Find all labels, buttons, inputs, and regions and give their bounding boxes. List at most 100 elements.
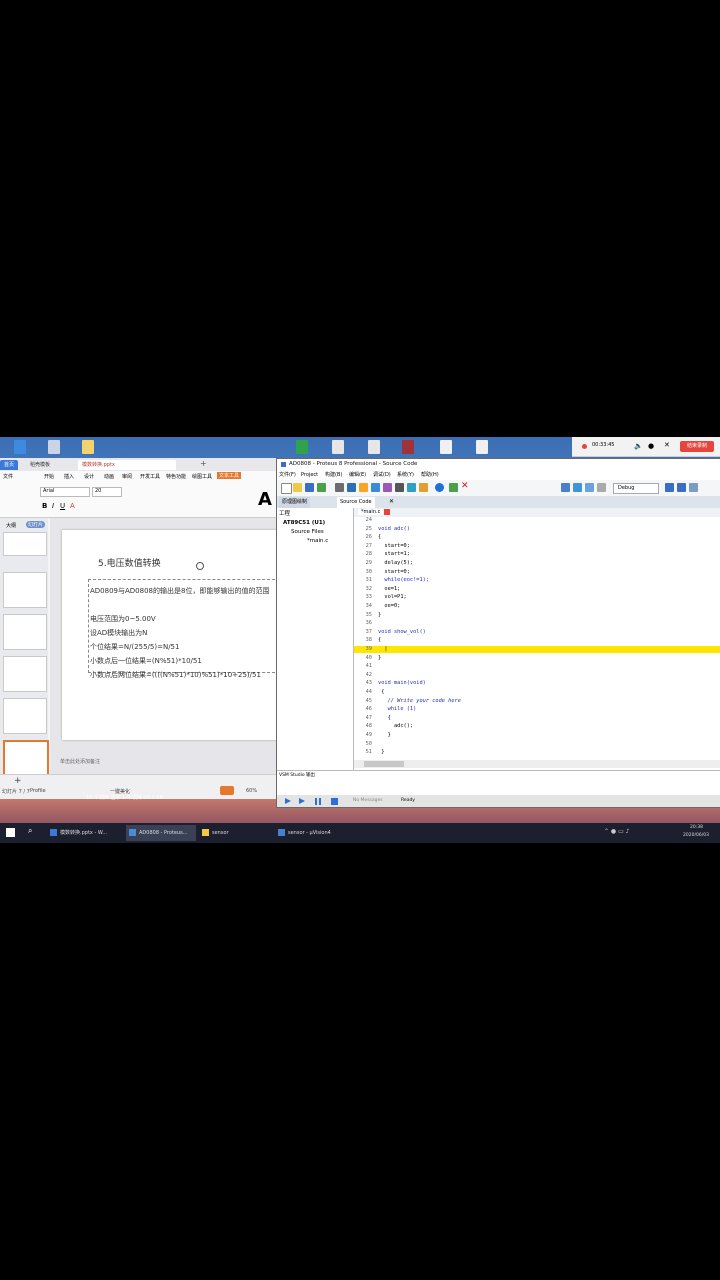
view-icon[interactable] <box>561 483 570 492</box>
notes-placeholder[interactable]: 单击此处添加备注 <box>60 758 100 765</box>
gerber-icon[interactable] <box>407 483 416 492</box>
pcb-icon[interactable] <box>359 483 368 492</box>
schematic-icon[interactable] <box>347 483 356 492</box>
source-icon[interactable] <box>371 483 380 492</box>
close-icon[interactable]: ✕ <box>461 481 469 491</box>
code-line[interactable]: 44 { <box>354 689 720 696</box>
code-line[interactable]: 41 <box>354 663 720 670</box>
close-tab-icon[interactable]: ✕ <box>389 498 394 505</box>
menu-text-tools[interactable]: 文本工具 <box>217 472 242 479</box>
tree-item-mcu[interactable]: AT89C51 (U1) <box>283 520 325 526</box>
code-line[interactable]: 33 vol=P1; <box>354 594 720 601</box>
code-line[interactable]: 48 adc(); <box>354 723 720 730</box>
3d-view-icon[interactable] <box>395 483 404 492</box>
underline-icon[interactable]: U <box>60 502 65 510</box>
code-line[interactable]: 45 // Write your code here <box>354 698 720 705</box>
view-icon[interactable] <box>573 483 582 492</box>
bold-icon[interactable]: B <box>42 502 47 510</box>
code-line[interactable]: 30 start=0; <box>354 569 720 576</box>
build-config-select[interactable]: Debug <box>613 483 659 494</box>
slides-tab[interactable]: 幻灯片 <box>26 521 46 528</box>
save-icon[interactable] <box>305 483 314 492</box>
file-icon[interactable] <box>332 440 344 454</box>
add-tab-icon[interactable]: + <box>200 459 207 468</box>
code-line[interactable]: 28 start=1; <box>354 551 720 558</box>
taskbar-item-proteus[interactable]: AD0808 - Proteus... <box>126 825 196 841</box>
menu-system[interactable]: 系统(Y) <box>397 470 414 480</box>
clock-time[interactable]: 20:38 <box>690 825 703 830</box>
desktop-app-icon[interactable] <box>48 440 60 454</box>
code-line[interactable]: 32 oe=1; <box>354 586 720 593</box>
outline-tab[interactable]: 大纲 <box>6 522 16 529</box>
menu-edit[interactable]: 编辑(E) <box>349 470 366 480</box>
code-line[interactable]: 39 | <box>354 646 720 654</box>
file-icon[interactable] <box>368 440 380 454</box>
code-line[interactable]: 24 <box>354 517 720 524</box>
winrar-icon[interactable] <box>402 440 414 454</box>
text-style-preview[interactable]: A <box>258 489 272 510</box>
open-folder-icon[interactable] <box>293 483 302 492</box>
design-icon[interactable] <box>419 483 428 492</box>
zoom-level[interactable]: 60% <box>246 788 257 794</box>
menu-animation[interactable]: 动画 <box>104 473 114 480</box>
horizontal-scrollbar[interactable] <box>354 760 720 768</box>
view-icon[interactable] <box>585 483 594 492</box>
code-line[interactable]: 27 start=0; <box>354 543 720 550</box>
menu-draw-tools[interactable]: 绘图工具 <box>192 473 212 480</box>
play-slideshow-button[interactable] <box>220 786 234 795</box>
code-line[interactable]: 26 { <box>354 534 720 541</box>
new-file-icon[interactable] <box>281 483 292 494</box>
tab-schematic[interactable]: 原理图绘制 <box>279 497 311 508</box>
pause-icon[interactable] <box>315 798 321 805</box>
tab-template[interactable]: 稻壳模板 <box>26 460 55 470</box>
slide-thumbnail[interactable] <box>3 656 47 692</box>
bom-icon[interactable] <box>383 483 392 492</box>
menu-insert[interactable]: 插入 <box>64 473 74 480</box>
desktop-app-icon[interactable] <box>14 440 26 454</box>
taskbar-item-wps[interactable]: 模数转换.pptx - W... <box>50 825 122 841</box>
tree-item-main-c[interactable]: *main.c <box>307 538 328 544</box>
code-area[interactable]: 24 25 void adc() 26{27 start=0; 28 start=1; 2… <box>354 517 720 760</box>
scrollbar-thumb[interactable] <box>364 761 404 767</box>
view-icon[interactable] <box>597 483 606 492</box>
code-line[interactable]: 35} <box>354 612 720 619</box>
file-icon[interactable] <box>440 440 452 454</box>
code-line[interactable]: 43 void main(void) <box>354 680 720 687</box>
code-line[interactable]: 46 while (1) <box>354 706 720 713</box>
taskbar-item-uvision[interactable]: sensor - µVision4 <box>278 825 358 841</box>
close-file-icon[interactable] <box>384 509 390 515</box>
tab-pptx-file[interactable]: 模数转换.pptx <box>78 460 176 470</box>
taskbar-item-folder[interactable]: sensor <box>202 825 272 841</box>
mic-icon[interactable]: ● <box>648 442 654 450</box>
code-line[interactable]: 42 <box>354 672 720 679</box>
code-line[interactable]: 49 } <box>354 732 720 739</box>
slide-thumbnail-selected[interactable] <box>3 740 49 778</box>
component-icon[interactable] <box>335 483 344 492</box>
undo-icon[interactable] <box>665 483 674 492</box>
folder-icon[interactable] <box>82 440 94 454</box>
menu-file[interactable]: 文件(F) <box>279 470 296 480</box>
tab-source-code[interactable]: Source Code <box>337 497 375 508</box>
font-color-icon[interactable]: A <box>70 502 75 510</box>
file-icon[interactable] <box>476 440 488 454</box>
stop-icon[interactable] <box>331 798 338 805</box>
search-icon[interactable]: ⌕ <box>28 826 32 836</box>
speaker-icon[interactable]: 🔈 <box>634 442 643 450</box>
tray-icons[interactable]: ⌃ ● ▭ ♪ <box>604 828 629 835</box>
redo-icon[interactable] <box>677 483 686 492</box>
code-line[interactable]: 31 while(eoc!=1); <box>354 577 720 584</box>
add-slide-icon[interactable]: + <box>14 776 22 786</box>
slide-thumbnail[interactable] <box>3 532 47 556</box>
stop-recording-button[interactable]: 结束录制 <box>680 441 714 452</box>
code-line[interactable]: 47 { <box>354 715 720 722</box>
play-icon[interactable] <box>285 798 291 804</box>
code-line[interactable]: 40} <box>354 655 720 662</box>
code-line[interactable]: 25 void adc() <box>354 526 720 533</box>
menu-start[interactable]: 开始 <box>44 473 54 480</box>
find-icon[interactable] <box>689 483 698 492</box>
code-line[interactable]: 37 void show_vol() <box>354 629 720 636</box>
code-editor[interactable]: *main.c 24 25 void adc() 26{27 start=0; 28 s… <box>354 508 720 770</box>
current-slide[interactable]: 5.电压数值转换 AD0809与AD0808的输出是8位，即能够输出的值的范围 … <box>62 530 290 740</box>
step-icon[interactable] <box>299 798 305 804</box>
menu-design[interactable]: 设计 <box>84 473 94 480</box>
